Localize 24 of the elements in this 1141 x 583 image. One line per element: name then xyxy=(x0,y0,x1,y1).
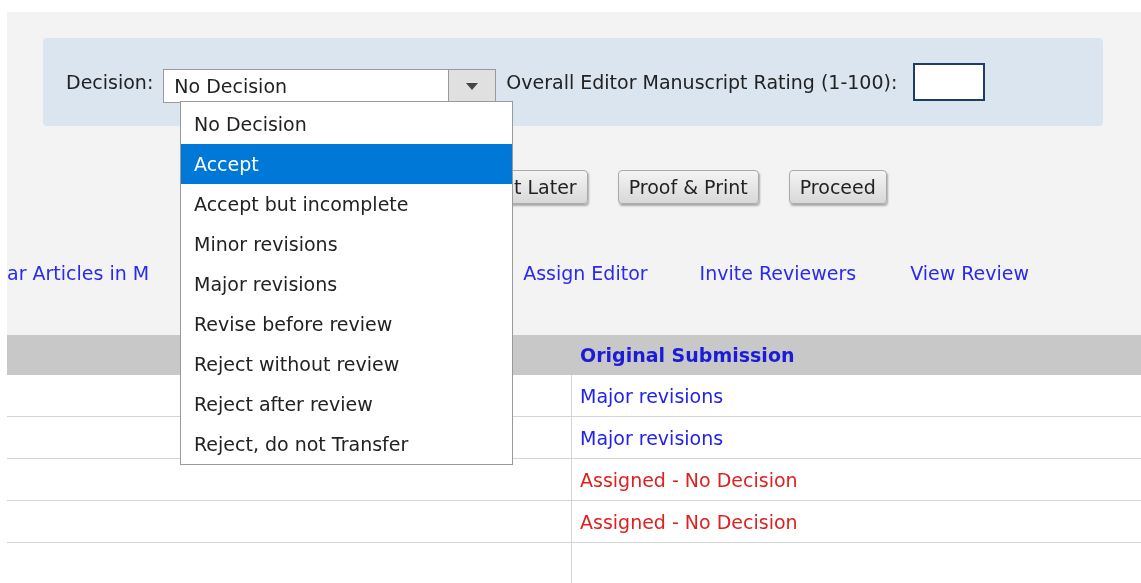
column-header: Original Submission xyxy=(579,344,796,366)
nav-link[interactable]: Assign Editor xyxy=(523,262,648,284)
nav-link[interactable]: Invite Reviewers xyxy=(699,262,857,284)
nav-link[interactable]: View Review xyxy=(910,262,1030,284)
action-button[interactable]: Proceed xyxy=(788,170,887,204)
rating-label: Overall Editor Manuscript Rating (1-100): xyxy=(506,71,898,93)
status-link[interactable]: Assigned - No Decision xyxy=(580,468,798,491)
dropdown-option[interactable]: Major revisions xyxy=(181,264,512,304)
nav-link[interactable]: ar Articles in M xyxy=(7,262,150,284)
dropdown-option[interactable]: Reject, do not Transfer xyxy=(181,424,512,464)
status-link[interactable]: Major revisions xyxy=(580,426,724,449)
dropdown-option[interactable]: Minor revisions xyxy=(181,224,512,264)
dropdown-option[interactable]: Accept xyxy=(181,144,512,184)
status-link[interactable]: Major revisions xyxy=(580,384,724,407)
decision-select[interactable]: No Decision xyxy=(163,69,497,103)
rating-input[interactable] xyxy=(913,63,986,101)
decision-label: Decision: xyxy=(66,71,154,93)
dropdown-option[interactable]: Reject after review xyxy=(181,384,512,424)
caret-icon xyxy=(466,82,479,90)
dropdown-option[interactable]: No Decision xyxy=(181,104,512,144)
dropdown-option[interactable]: Reject without review xyxy=(181,344,512,384)
dropdown-option[interactable]: Revise before review xyxy=(181,304,512,344)
action-button[interactable]: Proof & Print xyxy=(617,170,759,204)
status-link[interactable]: Assigned - No Decision xyxy=(580,510,798,533)
